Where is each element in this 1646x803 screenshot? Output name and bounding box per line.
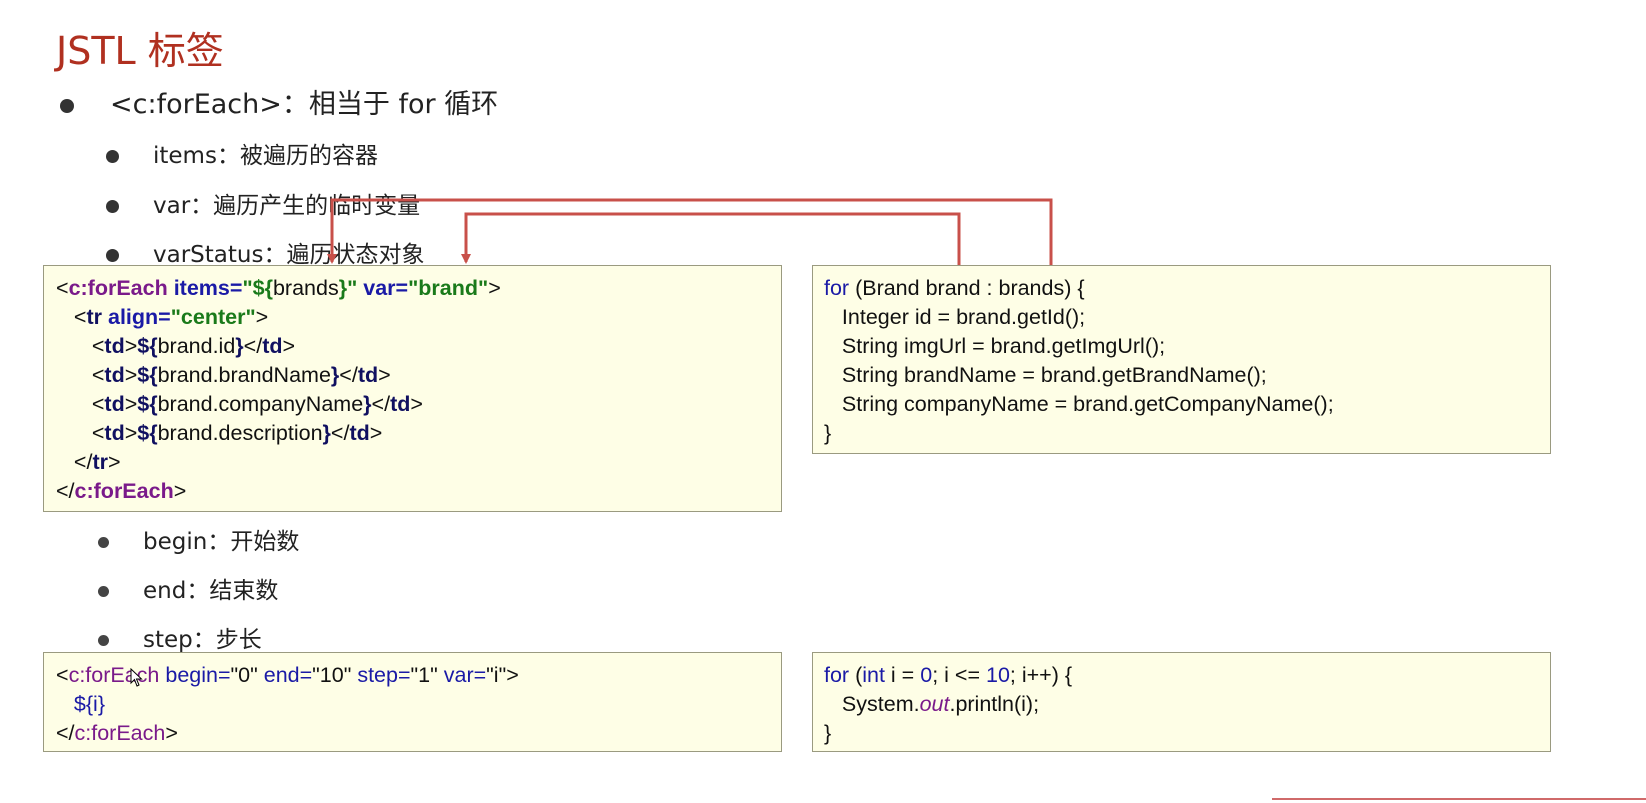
bullet-step-text: step：步长: [143, 627, 262, 653]
bullet-end: end：结束数: [98, 571, 278, 605]
mouse-cursor-icon: [130, 668, 143, 687]
bullet-dot: [98, 635, 109, 646]
slide-edge-accent: [1272, 798, 1646, 800]
code-line-2: System.out.println(i);: [841, 692, 1040, 716]
code-line-3: </c:forEach>: [56, 721, 178, 745]
arrow-brands: [327, 198, 1053, 265]
bullet-begin-text: begin：开始数: [143, 529, 300, 555]
bullet-begin: begin：开始数: [98, 522, 299, 556]
bullet-step: step：步长: [98, 620, 262, 654]
code-line-2: ${i}: [73, 692, 106, 716]
code-line-1: for (int i = 0; i <= 10; i++) {: [824, 663, 1073, 687]
code-line-3: }: [824, 721, 832, 745]
jsp-code-block-begin-end: <c:forEach begin="0" end="10" step="1" v…: [43, 652, 782, 752]
bullet-dot: [98, 586, 109, 597]
java-code-block-for-loop: for (int i = 0; i <= 10; i++) { System.o…: [812, 652, 1551, 752]
bullet-end-text: end：结束数: [143, 578, 279, 604]
code-line-1: <c:forEach begin="0" end="10" step="1" v…: [56, 663, 519, 687]
bullet-dot: [98, 537, 109, 548]
arrow-brand: [461, 212, 961, 265]
